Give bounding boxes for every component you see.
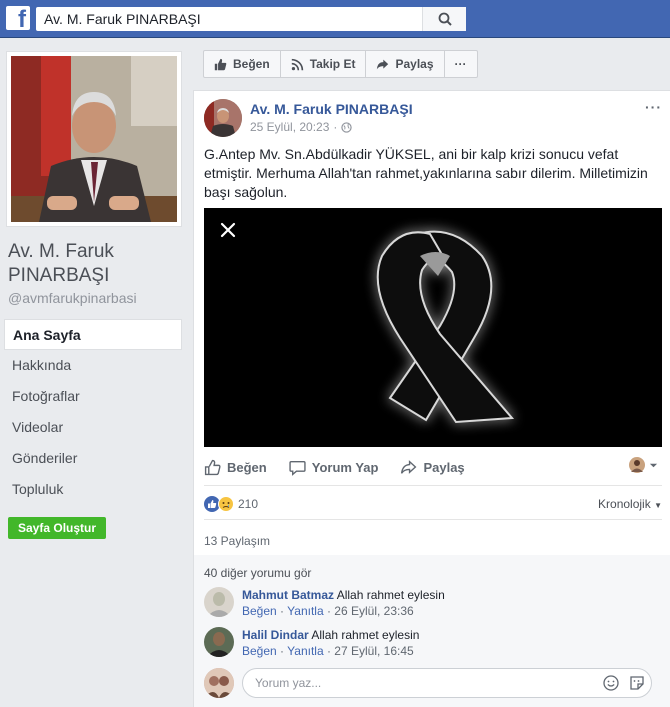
comment-body: Halil Dindar Allah rahmet eylesin	[242, 628, 419, 642]
close-icon[interactable]	[218, 220, 238, 240]
caret-down-icon: ▼	[654, 501, 662, 510]
globe-icon	[341, 121, 353, 133]
post-share-label: Paylaş	[423, 459, 465, 475]
comment-like-link[interactable]: Beğen	[242, 644, 277, 658]
comment-body: Mahmut Batmaz Allah rahmet eylesin	[242, 588, 445, 602]
user-avatar-small-icon	[629, 457, 645, 473]
reaction-stats: 210 Kronolojik ▼	[204, 494, 662, 514]
divider	[204, 485, 662, 486]
comment-sort-dropdown[interactable]: Kronolojik ▼	[598, 497, 662, 511]
comment-input-box	[242, 668, 652, 698]
react-as-selector[interactable]	[629, 457, 658, 473]
comment-reply-link[interactable]: Yanıtla	[287, 644, 323, 658]
post-share-button[interactable]: Paylaş	[400, 459, 465, 476]
share-count[interactable]: 13 Paylaşım	[204, 534, 270, 548]
reaction-count[interactable]: 210	[238, 497, 258, 511]
commenter-avatar[interactable]	[204, 587, 234, 617]
post-image[interactable]	[204, 208, 662, 447]
comment-time[interactable]: 26 Eylül, 23:36	[334, 604, 413, 618]
follow-button[interactable]: Takip Et	[281, 51, 367, 77]
comment-reply-link[interactable]: Yanıtla	[287, 604, 323, 618]
comment-bubble-icon	[289, 460, 306, 476]
like-page-label: Beğen	[233, 57, 270, 71]
thumbs-up-icon	[214, 58, 227, 70]
chevron-down-icon	[649, 463, 658, 467]
post-text: G.Antep Mv. Sn.Abdülkadir YÜKSEL, ani bi…	[204, 146, 648, 200]
page-handle[interactable]: @avmfarukpinarbasi	[8, 290, 137, 306]
profile-photo	[11, 56, 177, 222]
more-options-button[interactable]: ···	[445, 51, 477, 77]
divider	[204, 519, 662, 520]
post-action-bar: Beğen Yorum Yap Paylaş	[204, 453, 662, 481]
comment-text: Allah rahmet eylesin	[311, 628, 420, 642]
facebook-logo-icon[interactable]: f	[6, 6, 30, 30]
nav-item-community[interactable]: Topluluk	[4, 474, 182, 505]
commenter-avatar[interactable]	[204, 627, 234, 657]
sad-reaction-icon[interactable]	[218, 496, 234, 512]
search-input[interactable]	[36, 7, 422, 31]
comment-input[interactable]	[255, 669, 585, 697]
share-page-label: Paylaş	[395, 57, 434, 71]
share-arrow-icon	[377, 59, 389, 69]
nav-item-videos[interactable]: Videolar	[4, 412, 182, 443]
more-dots-icon: ···	[454, 57, 467, 71]
nav-item-posts[interactable]: Gönderiler	[4, 443, 182, 474]
comment-like-link[interactable]: Beğen	[242, 604, 277, 618]
top-bar: f	[0, 0, 670, 38]
current-user-avatar	[204, 668, 234, 698]
post-date[interactable]: 25 Eylül, 20:23	[250, 120, 329, 134]
search-button[interactable]	[422, 7, 466, 31]
comment-text: Allah rahmet eylesin	[336, 588, 445, 602]
post-comment-button[interactable]: Yorum Yap	[289, 459, 379, 476]
like-page-button[interactable]: Beğen	[204, 51, 281, 77]
comment-sort-label: Kronolojik	[598, 497, 651, 511]
comment-actions: Beğen · Yanıtla · 26 Eylül, 23:36	[242, 604, 414, 618]
share-page-button[interactable]: Paylaş	[366, 51, 445, 77]
post-options-button[interactable]: ···	[645, 99, 662, 115]
comment-item: Mahmut Batmaz Allah rahmet eylesin Beğen…	[204, 587, 654, 621]
page-name[interactable]: Av. M. Faruk PINARBAŞI	[8, 240, 188, 288]
post-author[interactable]: Av. M. Faruk PINARBAŞI	[250, 101, 413, 117]
sticker-icon[interactable]	[629, 675, 645, 691]
comment-item: Halil Dindar Allah rahmet eylesin Beğen …	[204, 627, 654, 661]
author-avatar[interactable]	[204, 99, 242, 137]
thumbs-up-outline-icon	[204, 459, 221, 475]
view-more-comments-link[interactable]: 40 diğer yorumu gör	[204, 566, 311, 580]
left-column: Av. M. Faruk PINARBAŞI @avmfarukpinarbas…	[0, 39, 192, 707]
post-card: Av. M. Faruk PINARBAŞI 25 Eylül, 20:23 ·…	[193, 90, 670, 707]
commenter-name[interactable]: Mahmut Batmaz	[242, 588, 334, 602]
post-like-label: Beğen	[227, 459, 267, 475]
page-nav: Ana Sayfa Hakkında Fotoğraflar Videolar …	[4, 319, 182, 505]
page-action-bar: Beğen Takip Et Paylaş ···	[203, 50, 478, 78]
follow-label: Takip Et	[309, 57, 356, 71]
search-icon	[438, 12, 452, 26]
post-comment-label: Yorum Yap	[311, 459, 379, 475]
share-arrow-outline-icon	[401, 459, 417, 474]
comment-composer	[204, 666, 654, 700]
post-like-button[interactable]: Beğen	[204, 459, 267, 476]
post-meta: 25 Eylül, 20:23 ·	[250, 120, 353, 134]
emoji-icon[interactable]	[603, 675, 619, 691]
profile-picture[interactable]	[6, 51, 182, 227]
comment-actions: Beğen · Yanıtla · 27 Eylül, 16:45	[242, 644, 414, 658]
nav-item-photos[interactable]: Fotoğraflar	[4, 381, 182, 412]
nav-item-about[interactable]: Hakkında	[4, 350, 182, 381]
commenter-name[interactable]: Halil Dindar	[242, 628, 309, 642]
nav-item-home[interactable]: Ana Sayfa	[4, 319, 182, 350]
rss-icon	[291, 58, 303, 70]
create-page-button[interactable]: Sayfa Oluştur	[8, 517, 107, 539]
search-bar	[36, 7, 466, 31]
comment-time[interactable]: 27 Eylül, 16:45	[334, 644, 413, 658]
